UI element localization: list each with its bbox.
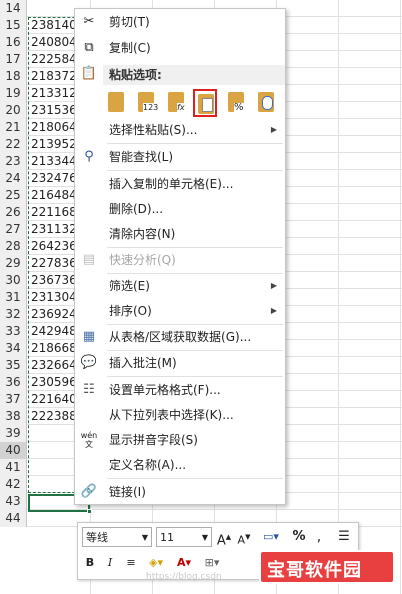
row-header[interactable]: 29 xyxy=(0,255,27,272)
font-size-select[interactable]: 11 ▼ xyxy=(156,527,212,547)
url-watermark: https://blog.csdn xyxy=(146,572,222,582)
row-header[interactable]: 22 xyxy=(0,136,27,153)
row-header[interactable]: 20 xyxy=(0,102,27,119)
row-header[interactable]: 23 xyxy=(0,153,27,170)
table-icon: ▦ xyxy=(82,329,96,344)
menu-item-sort[interactable]: 排序(O) ▶ xyxy=(75,300,285,322)
menu-item-filter[interactable]: 筛选(E) ▶ xyxy=(75,275,285,297)
number-format-button[interactable]: ▭▾ xyxy=(258,527,284,547)
row-header[interactable]: 15 xyxy=(0,17,27,34)
row-header[interactable]: 21 xyxy=(0,119,27,136)
row-header[interactable]: 25 xyxy=(0,187,27,204)
row-header[interactable]: 33 xyxy=(0,323,27,340)
menu-item-clear-contents[interactable]: 清除内容(N) xyxy=(75,223,285,245)
row-header[interactable]: 37 xyxy=(0,391,27,408)
row-header[interactable]: 18 xyxy=(0,68,27,85)
row-header[interactable]: 31 xyxy=(0,289,27,306)
format-cells-icon: ☷ xyxy=(83,382,95,397)
site-watermark-logo: 宝哥软件园 xyxy=(259,550,395,584)
row-header[interactable]: 24 xyxy=(0,170,27,187)
menu-separator xyxy=(107,273,283,274)
row-header[interactable]: 26 xyxy=(0,204,27,221)
link-icon: 🔗 xyxy=(80,484,98,499)
paste-link-button[interactable] xyxy=(255,89,279,117)
clipboard-icon xyxy=(108,92,124,112)
comma-style-button[interactable]: , xyxy=(312,527,326,547)
menu-item-insert-comment[interactable]: 💬 插入批注(M) xyxy=(75,352,285,374)
menu-item-get-data[interactable]: ▦ 从表格/区域获取数据(G)... xyxy=(75,326,285,348)
scissors-icon: ✂ xyxy=(83,14,95,29)
increase-font-button[interactable]: A▲ xyxy=(216,527,232,548)
submenu-arrow-icon: ▶ xyxy=(270,281,277,290)
borders-button[interactable]: ⊞▾ xyxy=(200,553,224,573)
row-header[interactable]: 16 xyxy=(0,34,27,51)
row-header[interactable]: 41 xyxy=(0,459,27,476)
menu-item-quick-analysis[interactable]: ▤ 快速分析(Q) xyxy=(75,249,285,271)
menu-separator xyxy=(107,478,283,479)
row-header[interactable]: 27 xyxy=(0,221,27,238)
chevron-down-icon: ▼ xyxy=(201,533,208,542)
menu-separator xyxy=(107,324,283,325)
font-name-select[interactable]: 等线 ▼ xyxy=(82,527,152,547)
row-header[interactable]: 38 xyxy=(0,408,27,425)
paste-options-header: 粘贴选项: xyxy=(103,65,285,85)
format-painter-button[interactable]: ☰ xyxy=(334,527,354,547)
row-header[interactable]: 14 xyxy=(0,0,27,17)
row-header[interactable]: 19 xyxy=(0,85,27,102)
submenu-arrow-icon: ▶ xyxy=(270,306,277,315)
comment-icon: 💬 xyxy=(80,355,98,370)
row-header[interactable]: 30 xyxy=(0,272,27,289)
percent-style-button[interactable]: % xyxy=(290,527,308,547)
menu-item-copy[interactable]: ⧉ 复制(C) xyxy=(75,37,285,59)
menu-item-cut[interactable]: ✂ 剪切(T) xyxy=(75,11,285,33)
paste-values-button[interactable]: 123 xyxy=(135,89,159,117)
link-icon xyxy=(262,96,273,110)
menu-item-paste-special[interactable]: 选择性粘贴(S)... ▶ xyxy=(75,119,285,141)
transpose-icon xyxy=(202,98,213,112)
menu-item-show-pinyin[interactable]: wén 文 显示拼音字段(S) xyxy=(75,429,285,451)
row-header[interactable]: 32 xyxy=(0,306,27,323)
menu-separator xyxy=(107,350,283,351)
menu-item-pick-from-list[interactable]: 从下拉列表中选择(K)... xyxy=(75,404,285,426)
menu-item-define-name[interactable]: 定义名称(A)... xyxy=(75,454,285,476)
menu-item-delete[interactable]: 删除(D)... xyxy=(75,198,285,220)
fill-handle[interactable] xyxy=(87,509,92,514)
row-header[interactable]: 36 xyxy=(0,374,27,391)
row-header[interactable]: 44 xyxy=(0,510,27,527)
chevron-down-icon: ▼ xyxy=(141,533,148,542)
paste-button[interactable] xyxy=(105,89,129,117)
menu-item-format-cells[interactable]: ☷ 设置单元格格式(F)... xyxy=(75,379,285,401)
row-header[interactable]: 35 xyxy=(0,357,27,374)
pinyin-icon: wén 文 xyxy=(80,431,98,449)
menu-separator xyxy=(107,170,283,171)
italic-button[interactable]: I xyxy=(102,553,118,573)
menu-item-insert-copied[interactable]: 插入复制的单元格(E)... xyxy=(75,173,285,195)
menu-separator xyxy=(107,376,283,377)
decrease-font-button[interactable]: A▼ xyxy=(236,527,252,547)
context-menu: ✂ 剪切(T) ⧉ 复制(C) 📋 粘贴选项: 123 fx % 选择性粘贴(S… xyxy=(74,8,286,505)
search-icon: ⚲ xyxy=(84,149,94,164)
fill-color-button[interactable]: ◈▾ xyxy=(144,553,168,573)
align-center-button[interactable]: ≡ xyxy=(122,553,140,573)
row-header[interactable]: 40 xyxy=(0,442,27,459)
submenu-arrow-icon: ▶ xyxy=(270,125,277,134)
menu-separator xyxy=(107,143,283,144)
row-header[interactable]: 43 xyxy=(0,493,27,510)
copy-icon: ⧉ xyxy=(84,40,94,55)
row-header[interactable]: 28 xyxy=(0,238,27,255)
row-header[interactable]: 42 xyxy=(0,476,27,493)
quick-analysis-icon: ▤ xyxy=(82,252,96,267)
row-header[interactable]: 34 xyxy=(0,340,27,357)
paste-transpose-button[interactable] xyxy=(193,89,217,117)
paste-formatting-button[interactable]: % xyxy=(225,89,249,117)
row-header[interactable]: 39 xyxy=(0,425,27,442)
paste-formulas-button[interactable]: fx xyxy=(165,89,189,117)
menu-separator xyxy=(107,247,283,248)
menu-item-link[interactable]: 🔗 链接(I) xyxy=(75,481,285,503)
font-color-button[interactable]: A▾ xyxy=(172,553,196,573)
menu-item-smart-lookup[interactable]: ⚲ 智能查找(L) xyxy=(75,146,285,168)
bold-button[interactable]: B xyxy=(82,553,98,573)
clipboard-icon: 📋 xyxy=(80,66,98,81)
row-header[interactable]: 17 xyxy=(0,51,27,68)
